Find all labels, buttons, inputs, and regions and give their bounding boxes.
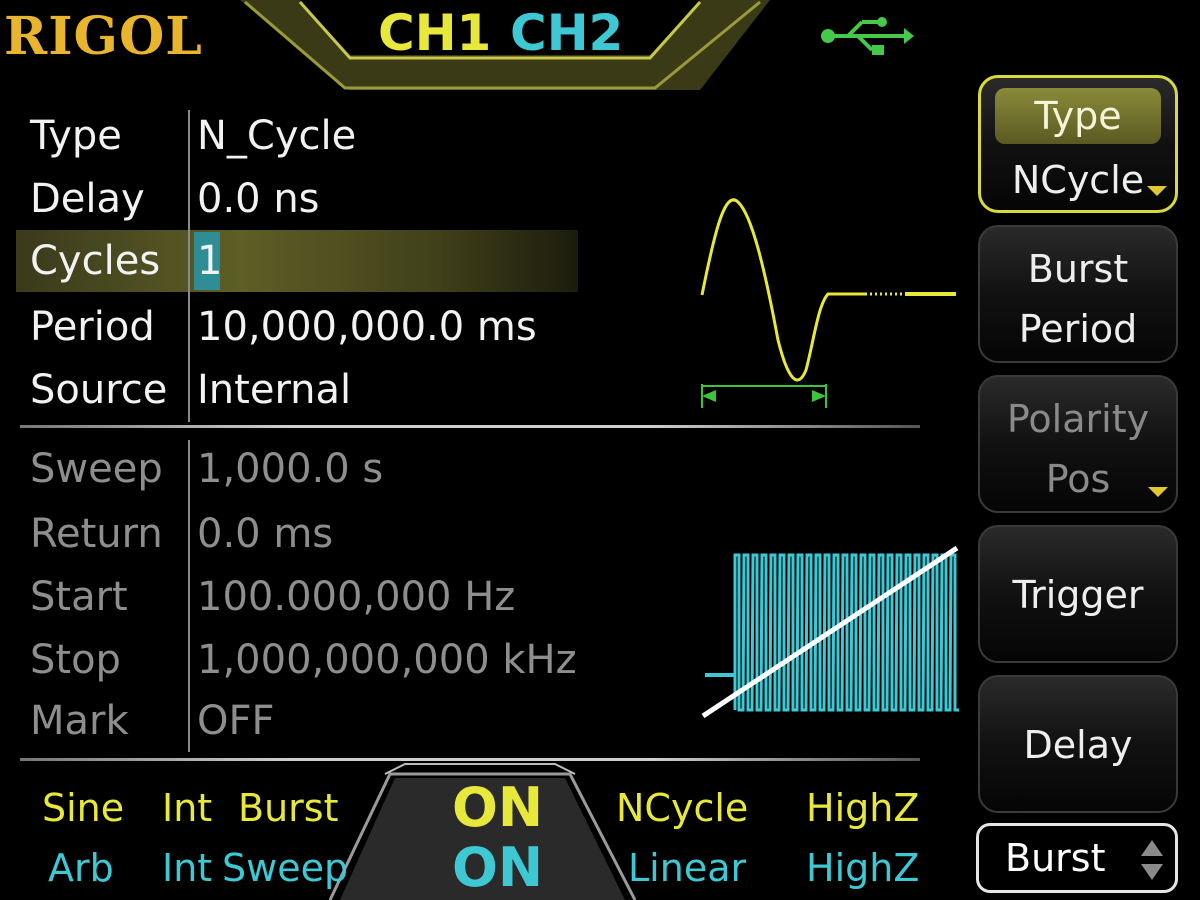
ch2-source: Int <box>162 846 213 890</box>
channel2-tab[interactable]: CH2 <box>510 4 623 62</box>
param-label: Source <box>30 367 168 413</box>
ch1-output-status[interactable]: ON <box>452 776 543 839</box>
param-label: Cycles <box>30 238 161 284</box>
param-value: 100.000,000 Hz <box>197 574 516 620</box>
param-label: Sweep <box>30 446 163 492</box>
softkey-label: Burst <box>1027 247 1129 291</box>
sweep-waveform-preview <box>701 545 959 719</box>
param-value: 10,000,000.0 ms <box>197 304 537 350</box>
ch2-output-status[interactable]: ON <box>452 836 543 899</box>
ch2-mode: Sweep <box>222 846 349 890</box>
burst-waveform-preview <box>700 198 956 408</box>
mode-selector-label: Burst <box>1005 836 1106 880</box>
param-value: 1 <box>197 238 223 284</box>
softkey-label: Delay <box>1023 723 1133 767</box>
param-label: Return <box>30 511 163 557</box>
ch2-load: HighZ <box>806 846 920 890</box>
usb-icon <box>821 17 914 55</box>
section-divider <box>20 425 920 428</box>
param-value: OFF <box>197 698 275 744</box>
channel1-tab[interactable]: CH1 <box>378 4 491 62</box>
param-label: Stop <box>30 637 121 683</box>
softkey-value: Pos <box>1045 457 1111 501</box>
param-label: Start <box>30 574 128 620</box>
softkey-trigger[interactable]: Trigger <box>978 525 1178 663</box>
softkey-label-2: Period <box>1018 307 1138 351</box>
param-value: 1,000.0 s <box>197 446 384 492</box>
param-value: N_Cycle <box>197 113 357 159</box>
softkey-polarity[interactable]: Polarity Pos <box>978 375 1178 513</box>
spinner-arrows-icon <box>1141 840 1163 880</box>
param-label: Delay <box>30 176 145 222</box>
ch2-waveform: Arb <box>48 846 114 890</box>
ch1-load: HighZ <box>806 786 920 830</box>
softkey-label: Polarity <box>1006 397 1150 441</box>
param-value: Internal <box>197 367 352 413</box>
softkey-delay[interactable]: Delay <box>978 675 1178 813</box>
ch1-submode: NCycle <box>616 786 749 830</box>
rigol-logo: RIGOL <box>4 6 203 67</box>
ch2-submode: Linear <box>628 846 747 890</box>
param-label: Period <box>30 304 155 350</box>
mode-selector[interactable]: Burst <box>976 823 1178 893</box>
softkey-value: NCycle <box>1011 158 1145 202</box>
param-label: Type <box>30 113 122 159</box>
softkey-label: Type <box>995 88 1161 144</box>
param-value: 1,000,000,000 kHz <box>197 637 577 683</box>
softkey-label: Trigger <box>1012 573 1144 617</box>
ch1-source: Int <box>162 786 213 830</box>
dropdown-triangle-icon <box>1148 487 1168 497</box>
param-label: Mark <box>30 698 129 744</box>
ch1-mode: Burst <box>238 786 339 830</box>
softkey-burst-period[interactable]: Burst Period <box>978 225 1178 363</box>
param-value: 0.0 ns <box>197 176 320 222</box>
param-value: 0.0 ms <box>197 511 334 557</box>
softkey-type[interactable]: Type NCycle <box>978 75 1178 213</box>
dropdown-triangle-icon <box>1147 186 1167 196</box>
ch1-waveform: Sine <box>42 786 125 830</box>
